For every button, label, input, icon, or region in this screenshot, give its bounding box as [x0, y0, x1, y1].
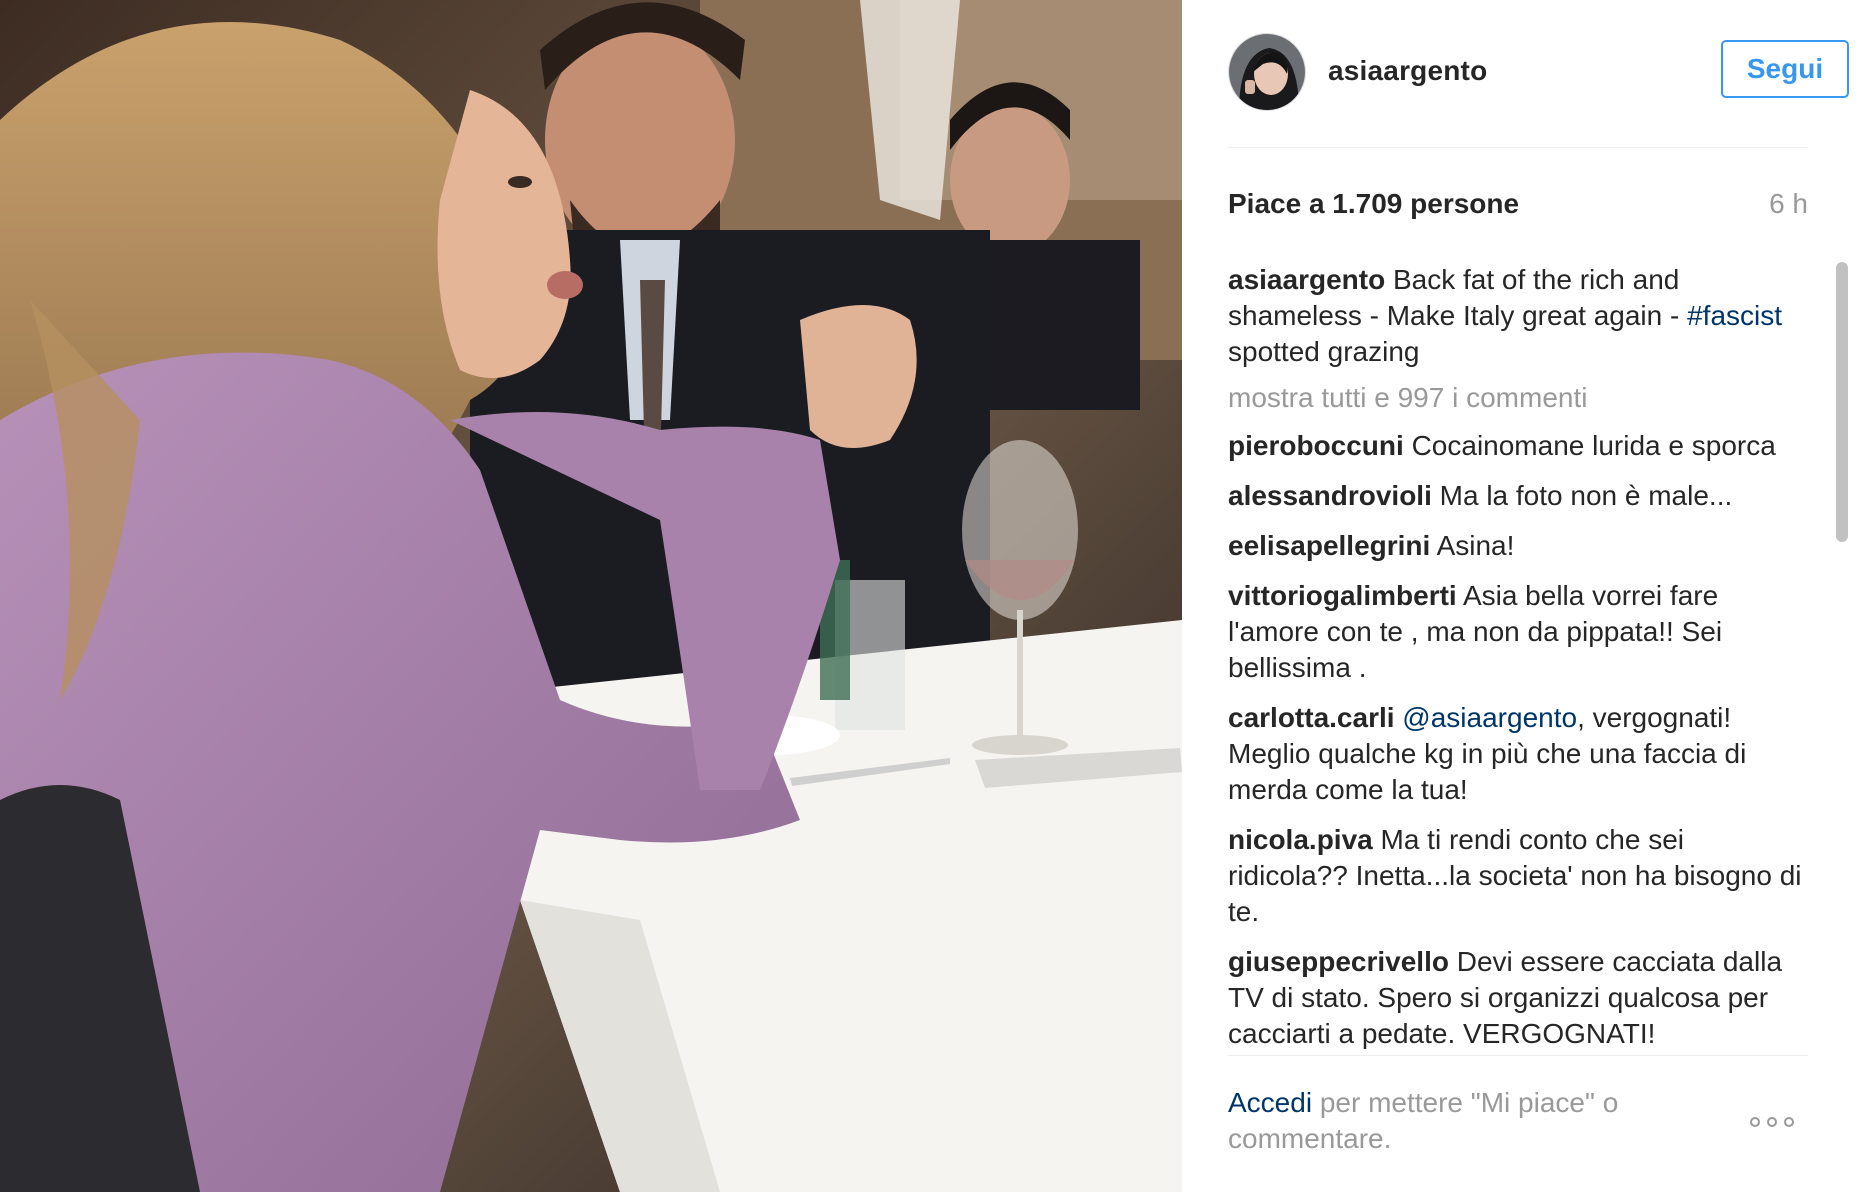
dot-icon — [1767, 1117, 1777, 1127]
comment-item: vittoriogalimberti Asia bella vorrei far… — [1228, 578, 1808, 686]
view-all-comments-link[interactable]: mostra tutti e 997 i commenti — [1228, 380, 1808, 416]
more-options-icon[interactable] — [1750, 1112, 1802, 1132]
comment-text: Ma la foto non è male... — [1431, 480, 1733, 511]
comment-username[interactable]: asiaargento — [1228, 264, 1385, 295]
avatar[interactable] — [1228, 33, 1306, 111]
comment-item: pieroboccuni Cocainomane lurida e sporca — [1228, 428, 1808, 464]
header-divider — [1228, 147, 1808, 148]
caption: asiaargento Back fat of the rich and sha… — [1228, 262, 1808, 370]
comment-item: giuseppecrivello Devi essere cacciata da… — [1228, 944, 1808, 1052]
avatar-image — [1229, 34, 1305, 110]
login-link[interactable]: Accedi — [1228, 1087, 1312, 1118]
dot-icon — [1784, 1117, 1794, 1127]
comment-username[interactable]: pieroboccuni — [1228, 430, 1404, 461]
mention-link[interactable]: @asiaargento — [1395, 702, 1577, 733]
likes-count[interactable]: Piace a 1.709 persone — [1228, 188, 1519, 220]
comment-item: alessandrovioli Ma la foto non è male... — [1228, 478, 1808, 514]
post-side-panel: asiaargento Segui Piace a 1.709 persone … — [1182, 0, 1858, 1192]
stats-row: Piace a 1.709 persone 6 h — [1228, 188, 1808, 228]
post-header: asiaargento Segui — [1228, 31, 1849, 111]
hashtag-link[interactable]: #fascist — [1687, 300, 1782, 331]
comment-username[interactable]: eelisapellegrini — [1228, 530, 1430, 561]
comments-scrollbar[interactable] — [1836, 262, 1848, 542]
comment-text: Cocainomane lurida e sporca — [1403, 430, 1776, 461]
comment-item: eelisapellegrini Asina! — [1228, 528, 1808, 564]
comment-item: carlotta.carli @asiaargento, vergognati!… — [1228, 700, 1808, 808]
footer-divider — [1228, 1055, 1808, 1056]
post-time[interactable]: 6 h — [1769, 188, 1808, 220]
comment-username[interactable]: giuseppecrivello — [1228, 946, 1449, 977]
comment-username[interactable]: carlotta.carli — [1228, 702, 1395, 733]
caption-text-end: spotted grazing — [1228, 336, 1420, 367]
post-photo[interactable] — [0, 0, 1182, 1192]
comments-list[interactable]: asiaargento Back fat of the rich and sha… — [1228, 262, 1808, 1052]
follow-button[interactable]: Segui — [1721, 40, 1849, 98]
comment-item: nicola.piva Ma ti rendi conto che sei ri… — [1228, 822, 1808, 930]
comment-username[interactable]: nicola.piva — [1228, 824, 1373, 855]
comment-username[interactable]: vittoriogalimberti — [1228, 580, 1457, 611]
header-username[interactable]: asiaargento — [1328, 55, 1487, 87]
login-prompt: Accedi per mettere "Mi piace" o commenta… — [1228, 1085, 1658, 1157]
comment-text: Asina! — [1430, 530, 1515, 561]
photo-image — [0, 0, 1182, 1192]
comment-username[interactable]: alessandrovioli — [1228, 480, 1432, 511]
dot-icon — [1750, 1117, 1760, 1127]
